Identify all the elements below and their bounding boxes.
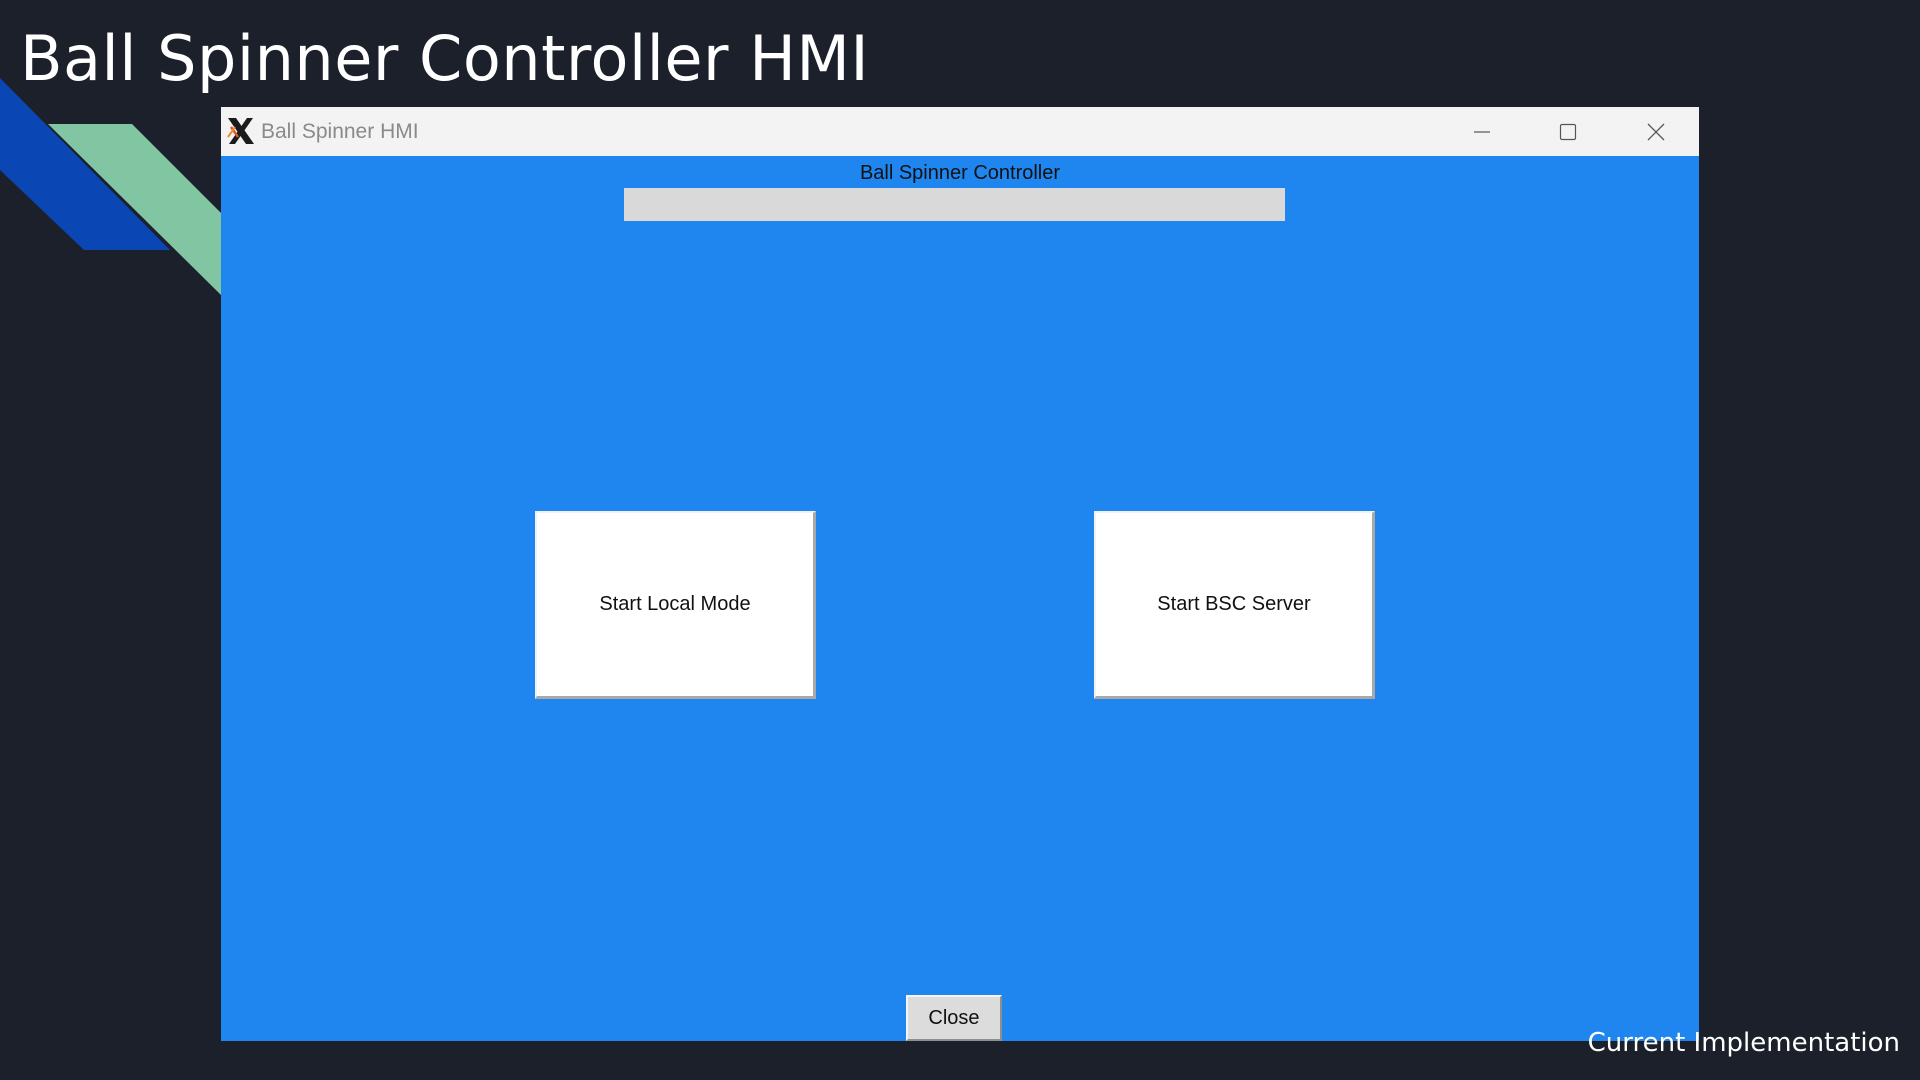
x-window-system-icon [227,118,254,144]
start-bsc-server-button[interactable]: Start BSC Server [1094,511,1375,699]
window-titlebar[interactable]: Ball Spinner HMI [221,107,1699,156]
minimize-icon [1474,130,1490,133]
close-icon [1647,123,1665,140]
status-field[interactable] [624,188,1285,221]
app-window: Ball Spinner HMI Ball Spinner Controller [221,107,1699,1041]
slide-title: Ball Spinner Controller HMI [20,22,870,95]
close-button[interactable]: Close [906,995,1002,1041]
window-title: Ball Spinner HMI [261,120,419,143]
footer-caption: Current Implementation [1587,1028,1900,1058]
start-local-mode-button[interactable]: Start Local Mode [535,511,816,699]
maximize-icon [1559,123,1577,140]
minimize-button[interactable] [1439,107,1525,156]
window-close-button[interactable] [1613,107,1699,156]
maximize-button[interactable] [1525,107,1611,156]
controller-heading: Ball Spinner Controller [859,162,1061,184]
